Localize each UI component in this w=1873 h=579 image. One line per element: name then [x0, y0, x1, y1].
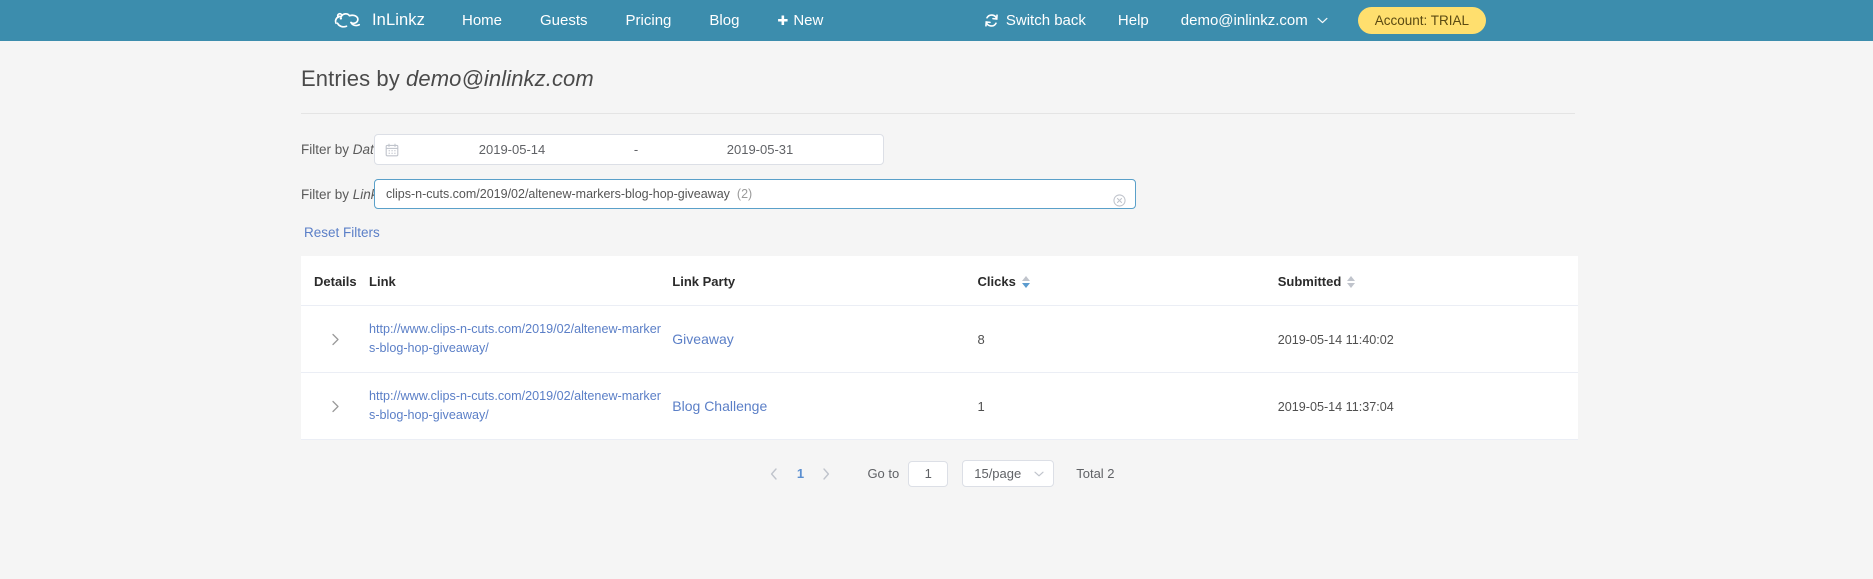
- page-title: Entries by demo@inlinkz.com: [301, 41, 1575, 114]
- brand-label: InLinkz: [372, 11, 425, 29]
- row-clicks-cell: 8: [977, 305, 1278, 373]
- date-separator: -: [633, 142, 639, 157]
- filter-link-label-prefix: Filter by: [301, 186, 353, 202]
- nav-item-pricing[interactable]: Pricing: [607, 12, 691, 29]
- clicks-value: 1: [977, 398, 985, 414]
- chevron-left-icon: [770, 467, 778, 480]
- calendar-icon: [385, 143, 399, 157]
- page-body: Entries by demo@inlinkz.com Filter by Da…: [0, 41, 1873, 487]
- table-body: http://www.clips-n-cuts.com/2019/02/alte…: [301, 305, 1578, 440]
- link-party-link[interactable]: Blog Challenge: [672, 398, 767, 414]
- table-header-row: Details Link Link Party Clicks Submitted: [301, 256, 1578, 306]
- column-header-details: Details: [301, 256, 370, 306]
- chevron-right-icon: [822, 467, 830, 480]
- nav-item-home[interactable]: Home: [443, 12, 521, 29]
- table-row: http://www.clips-n-cuts.com/2019/02/alte…: [301, 372, 1578, 440]
- entries-table: Details Link Link Party Clicks Submitted…: [301, 256, 1578, 440]
- sort-control-submitted[interactable]: Submitted: [1278, 274, 1356, 289]
- filter-link-label: Filter by Link: [301, 186, 378, 202]
- switch-back-button[interactable]: Switch back: [968, 12, 1102, 29]
- pagination-prev-button[interactable]: [761, 461, 787, 487]
- chevron-right-icon[interactable]: [331, 400, 369, 413]
- submitted-value: 2019-05-14 11:40:02: [1277, 332, 1394, 347]
- navbar-left-group: InLinkz Home Guests Pricing Blog ✚ New: [333, 10, 842, 32]
- date-end-value[interactable]: 2019-05-31: [647, 142, 873, 157]
- brand-link[interactable]: InLinkz: [333, 10, 425, 32]
- row-link-cell: http://www.clips-n-cuts.com/2019/02/alte…: [369, 372, 673, 440]
- user-menu-button[interactable]: demo@inlinkz.com: [1165, 12, 1342, 29]
- nav-item-help[interactable]: Help: [1102, 12, 1165, 29]
- date-start-value[interactable]: 2019-05-14: [399, 142, 625, 157]
- column-header-submitted-label: Submitted: [1277, 274, 1342, 289]
- switch-back-label: Switch back: [1005, 12, 1086, 29]
- row-expand-cell[interactable]: [301, 305, 370, 373]
- filter-date-label: Filter by Date: [301, 142, 381, 157]
- table-head: Details Link Link Party Clicks Submitted: [301, 256, 1578, 306]
- row-party-cell: Blog Challenge: [672, 372, 978, 440]
- column-header-link: Link: [369, 256, 673, 306]
- column-header-clicks[interactable]: Clicks: [977, 256, 1278, 306]
- nav-new-label: New: [793, 12, 824, 29]
- sort-descending-icon[interactable]: [1021, 282, 1030, 288]
- page-title-prefix: Entries by: [301, 66, 407, 91]
- link-party-link[interactable]: Giveaway: [672, 331, 733, 347]
- column-header-clicks-label: Clicks: [977, 274, 1016, 289]
- pagination-next-button[interactable]: [813, 461, 839, 487]
- user-email-label: demo@inlinkz.com: [1180, 12, 1308, 29]
- row-expand-cell[interactable]: [301, 372, 370, 440]
- page-size-value: 15/page: [974, 466, 1022, 481]
- clicks-value: 8: [977, 331, 985, 347]
- date-range-input[interactable]: 2019-05-14 - 2019-05-31: [374, 134, 884, 165]
- link-filter-value: clips-n-cuts.com/2019/02/altenew-markers…: [386, 187, 730, 201]
- entry-url-link[interactable]: http://www.clips-n-cuts.com/2019/02/alte…: [369, 320, 661, 358]
- account-status-badge[interactable]: Account: TRIAL: [1357, 7, 1486, 34]
- filter-date-row: Filter by Date 2019-05-14 - 2019-05-31: [301, 134, 1575, 165]
- entries-table-card: Details Link Link Party Clicks Submitted…: [301, 256, 1578, 440]
- pagination-bar: 1 Go to 15/page Total 2: [301, 440, 1575, 487]
- sort-control-clicks[interactable]: Clicks: [978, 274, 1030, 289]
- goto-label: Go to: [867, 466, 900, 481]
- entry-url-link[interactable]: http://www.clips-n-cuts.com/2019/02/alte…: [369, 387, 661, 425]
- row-submitted-cell: 2019-05-14 11:40:02: [1277, 305, 1578, 373]
- row-party-cell: Giveaway: [672, 305, 978, 373]
- row-clicks-cell: 1: [977, 372, 1278, 440]
- plus-icon: ✚: [777, 13, 789, 28]
- filter-link-row: Filter by Link clips-n-cuts.com/2019/02/…: [301, 179, 1575, 209]
- link-filter-count: (2): [736, 187, 753, 201]
- chevron-right-icon[interactable]: [331, 333, 369, 346]
- content-container: Entries by demo@inlinkz.com Filter by Da…: [298, 41, 1578, 487]
- filter-date-label-prefix: Filter by: [301, 142, 353, 157]
- sort-ascending-icon[interactable]: [1347, 275, 1356, 281]
- table-row: http://www.clips-n-cuts.com/2019/02/alte…: [301, 305, 1578, 373]
- submitted-value: 2019-05-14 11:37:04: [1277, 399, 1394, 414]
- total-count-label: Total 2: [1076, 466, 1115, 481]
- sort-descending-icon[interactable]: [1347, 282, 1356, 288]
- top-navbar: InLinkz Home Guests Pricing Blog ✚ New S…: [0, 0, 1873, 41]
- column-header-link-party: Link Party: [672, 256, 978, 306]
- sort-caret-group-submitted[interactable]: [1347, 275, 1356, 288]
- nav-item-blog[interactable]: Blog: [690, 12, 758, 29]
- frog-logo-icon: [333, 10, 372, 32]
- navbar-right-group: Switch back Help demo@inlinkz.com Accoun…: [968, 0, 1873, 41]
- reset-filters-link[interactable]: Reset Filters: [304, 225, 380, 240]
- chevron-down-icon: [1317, 17, 1328, 24]
- row-submitted-cell: 2019-05-14 11:37:04: [1277, 372, 1578, 440]
- column-header-submitted[interactable]: Submitted: [1277, 256, 1578, 306]
- link-filter-input[interactable]: clips-n-cuts.com/2019/02/altenew-markers…: [374, 179, 1136, 209]
- nav-item-guests[interactable]: Guests: [521, 12, 607, 29]
- sort-ascending-icon[interactable]: [1021, 275, 1030, 281]
- page-title-email: demo@inlinkz.com: [406, 66, 594, 91]
- page-size-select[interactable]: 15/page: [962, 460, 1055, 487]
- refresh-icon: [984, 13, 999, 28]
- pagination-page-1[interactable]: 1: [787, 461, 813, 487]
- row-link-cell: http://www.clips-n-cuts.com/2019/02/alte…: [369, 305, 673, 373]
- sort-caret-group-clicks[interactable]: [1021, 275, 1030, 288]
- chevron-down-icon: [1034, 471, 1044, 477]
- nav-item-new[interactable]: ✚ New: [758, 12, 842, 29]
- goto-page-input[interactable]: [908, 460, 949, 487]
